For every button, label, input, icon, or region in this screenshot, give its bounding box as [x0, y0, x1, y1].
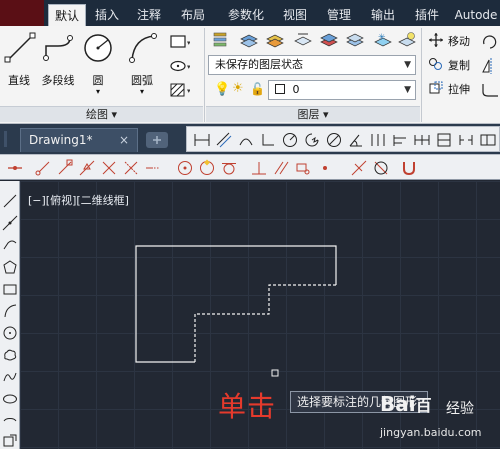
drawn-polyline-highlighted: [194, 284, 336, 362]
baidu-logo-text: Bai: [380, 392, 416, 416]
jingyan-text: 经验: [446, 401, 474, 417]
watermark-url: jingyan.baidu.com: [380, 426, 482, 439]
pickbox-cursor: [271, 369, 279, 377]
baidu-watermark: Bai百 经验 jingyan.baidu.com: [380, 392, 498, 444]
autocad-window: 默认 插入 注释 布局 参数化 视图 管理 输出 插件 Autode 直线 多段…: [0, 0, 500, 449]
baidu-logo: Bai百: [380, 392, 432, 416]
drawing-geometry: [135, 245, 337, 377]
click-annotation: 单击: [218, 390, 277, 423]
baidu-paw-icon: 百: [415, 396, 432, 415]
drawn-polyline-solid: [135, 245, 337, 363]
